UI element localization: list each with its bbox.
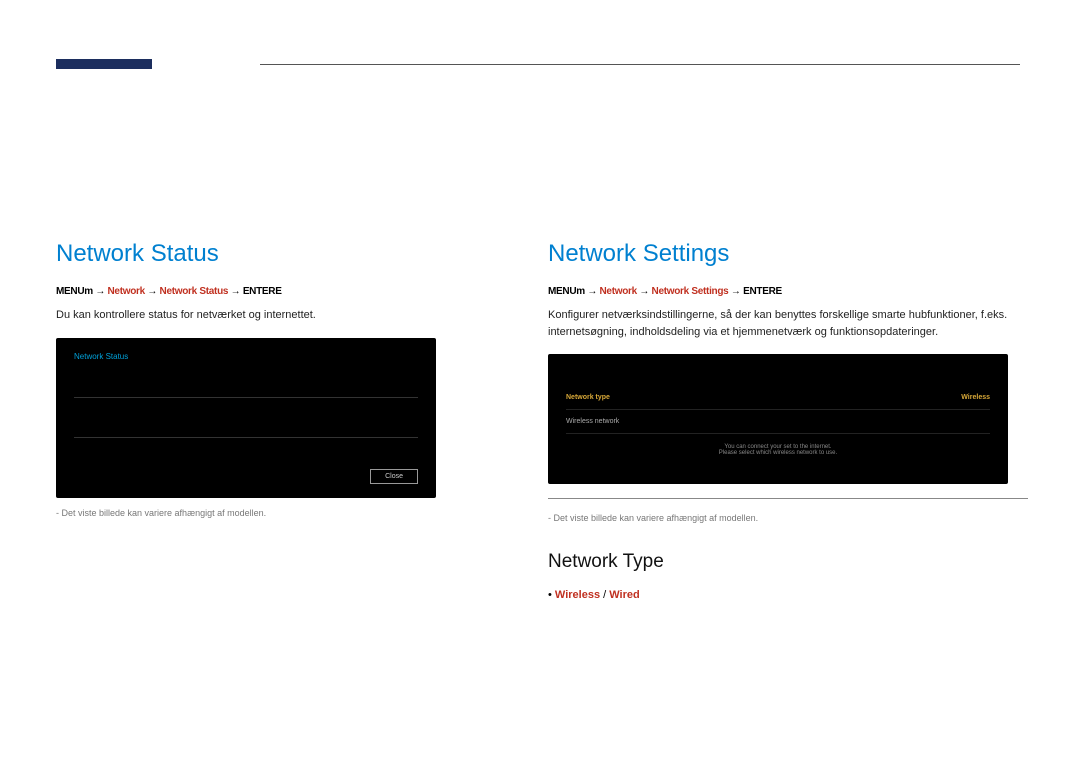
breadcrumb-left: MENUm → Network → Network Status → ENTER… (56, 286, 526, 297)
header-line (260, 64, 1020, 65)
menu-icon: m (84, 286, 93, 297)
label-network-type: Network type (566, 394, 610, 401)
network-type-subtitle: Network Type (548, 551, 1028, 573)
arrow-icon: → (639, 286, 651, 297)
breadcrumb-network-settings: Network Settings (652, 286, 729, 297)
value-wireless: Wireless (961, 394, 990, 401)
breadcrumb-right: MENUm → Network → Network Settings → ENT… (548, 286, 1028, 297)
spacer (548, 523, 1028, 551)
left-column: Network Status MENUm → Network → Network… (56, 240, 526, 518)
menu-label: MENU (56, 286, 84, 297)
enter-label: ENTER (743, 286, 775, 297)
status-panel: Network Status Close (56, 338, 436, 498)
status-description: Du kan kontrollere status for netværket … (56, 307, 526, 324)
network-settings-title: Network Settings (548, 240, 1028, 268)
settings-panel: Network type Wireless Wireless network Y… (548, 354, 1008, 484)
panel-divider (74, 437, 418, 438)
breadcrumb-network: Network (600, 286, 637, 297)
arrow-icon: → (731, 286, 743, 297)
panel-row-wireless-network[interactable]: Wireless network (566, 410, 990, 434)
panel-divider (74, 397, 418, 398)
arrow-icon: → (147, 286, 159, 297)
menu-label: MENU (548, 286, 576, 297)
header-bar (56, 59, 152, 69)
menu-icon: m (576, 286, 585, 297)
panel-status-body (74, 408, 418, 427)
panel-spacer (566, 368, 990, 386)
panel-status-title: Network Status (74, 352, 418, 361)
enter-icon: E (776, 286, 782, 297)
panel-status-body (74, 369, 418, 388)
disclaimer-right: - Det viste billede kan variere afhængig… (548, 513, 1028, 523)
right-divider (548, 498, 1028, 499)
panel-row-network-type[interactable]: Network type Wireless (566, 386, 990, 410)
settings-description: Konfigurer netværksindstillingerne, så d… (548, 307, 1028, 340)
slash: / (600, 589, 609, 601)
bullet: • (548, 589, 552, 601)
breadcrumb-network: Network (108, 286, 145, 297)
right-column: Network Settings MENUm → Network → Netwo… (548, 240, 1028, 601)
option-wireless: Wireless (555, 589, 600, 601)
arrow-icon: → (231, 286, 243, 297)
arrow-icon: → (587, 286, 599, 297)
breadcrumb-network-status: Network Status (160, 286, 229, 297)
panel-status-body (74, 448, 418, 456)
enter-icon: E (275, 286, 281, 297)
close-button[interactable]: Close (370, 469, 418, 484)
network-type-options: • Wireless / Wired (548, 589, 1028, 601)
option-wired: Wired (609, 589, 639, 601)
panel-note: You can connect your set to the internet… (566, 444, 990, 456)
arrow-icon: → (95, 286, 107, 297)
disclaimer-left: - Det viste billede kan variere afhængig… (56, 508, 526, 518)
network-status-title: Network Status (56, 240, 526, 268)
enter-label: ENTER (243, 286, 275, 297)
label-wireless-network: Wireless network (566, 418, 619, 425)
